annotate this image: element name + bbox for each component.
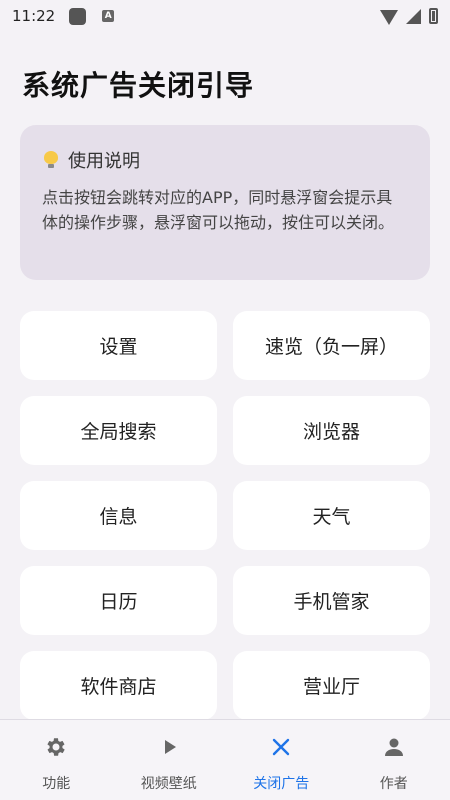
usage-instructions-card: 使用说明 点击按钮会跳转对应的APP，同时悬浮窗会提示具体的操作步骤，悬浮窗可以… bbox=[20, 125, 430, 280]
browser-button[interactable]: 浏览器 bbox=[233, 396, 430, 465]
play-icon bbox=[156, 734, 182, 760]
global-search-button[interactable]: 全局搜索 bbox=[20, 396, 217, 465]
status-indicators bbox=[380, 8, 438, 25]
nav-label-video-wallpaper: 视频壁纸 bbox=[140, 776, 197, 792]
a-badge-icon: A bbox=[102, 10, 115, 22]
wifi-icon bbox=[380, 9, 398, 25]
lightbulb-icon bbox=[44, 151, 58, 169]
app-store-button[interactable]: 软件商店 bbox=[20, 651, 217, 720]
nav-label-features: 功能 bbox=[42, 776, 71, 792]
status-time: 11:22 bbox=[12, 7, 56, 25]
service-hall-button[interactable]: 营业厅 bbox=[233, 651, 430, 720]
quick-view-button[interactable]: 速览（负一屏） bbox=[233, 311, 430, 380]
function-button-grid: 设置 速览（负一屏） 全局搜索 浏览器 信息 天气 日历 手机管家 软件商店 营… bbox=[20, 311, 430, 720]
page-title: 系统广告关闭引导 bbox=[22, 69, 255, 102]
nav-item-author[interactable]: 作者 bbox=[338, 720, 450, 800]
gear-icon bbox=[43, 734, 69, 760]
person-icon bbox=[381, 734, 407, 760]
nav-label-author: 作者 bbox=[379, 776, 408, 792]
nav-item-video-wallpaper[interactable]: 视频壁纸 bbox=[113, 720, 226, 800]
status-bar: 11:22 A bbox=[0, 0, 450, 32]
phone-manager-button[interactable]: 手机管家 bbox=[233, 566, 430, 635]
tip-body: 点击按钮会跳转对应的APP，同时悬浮窗会提示具体的操作步骤，悬浮窗可以拖动，按住… bbox=[42, 188, 395, 232]
nav-item-features[interactable]: 功能 bbox=[0, 720, 113, 800]
messages-button[interactable]: 信息 bbox=[20, 481, 217, 550]
signal-icon bbox=[406, 8, 421, 24]
tip-header: 使用说明 bbox=[42, 147, 408, 173]
nav-item-close-ads[interactable]: 关闭广告 bbox=[225, 720, 338, 800]
bottom-nav: 功能 视频壁纸 关闭广告 作者 bbox=[0, 719, 450, 800]
close-icon bbox=[268, 734, 294, 760]
battery-icon bbox=[429, 8, 438, 24]
weather-button[interactable]: 天气 bbox=[233, 481, 430, 550]
tip-heading: 使用说明 bbox=[68, 151, 140, 172]
nav-label-close-ads: 关闭广告 bbox=[253, 776, 310, 792]
app-notification-icon bbox=[69, 7, 87, 25]
settings-button[interactable]: 设置 bbox=[20, 311, 217, 380]
calendar-button[interactable]: 日历 bbox=[20, 566, 217, 635]
